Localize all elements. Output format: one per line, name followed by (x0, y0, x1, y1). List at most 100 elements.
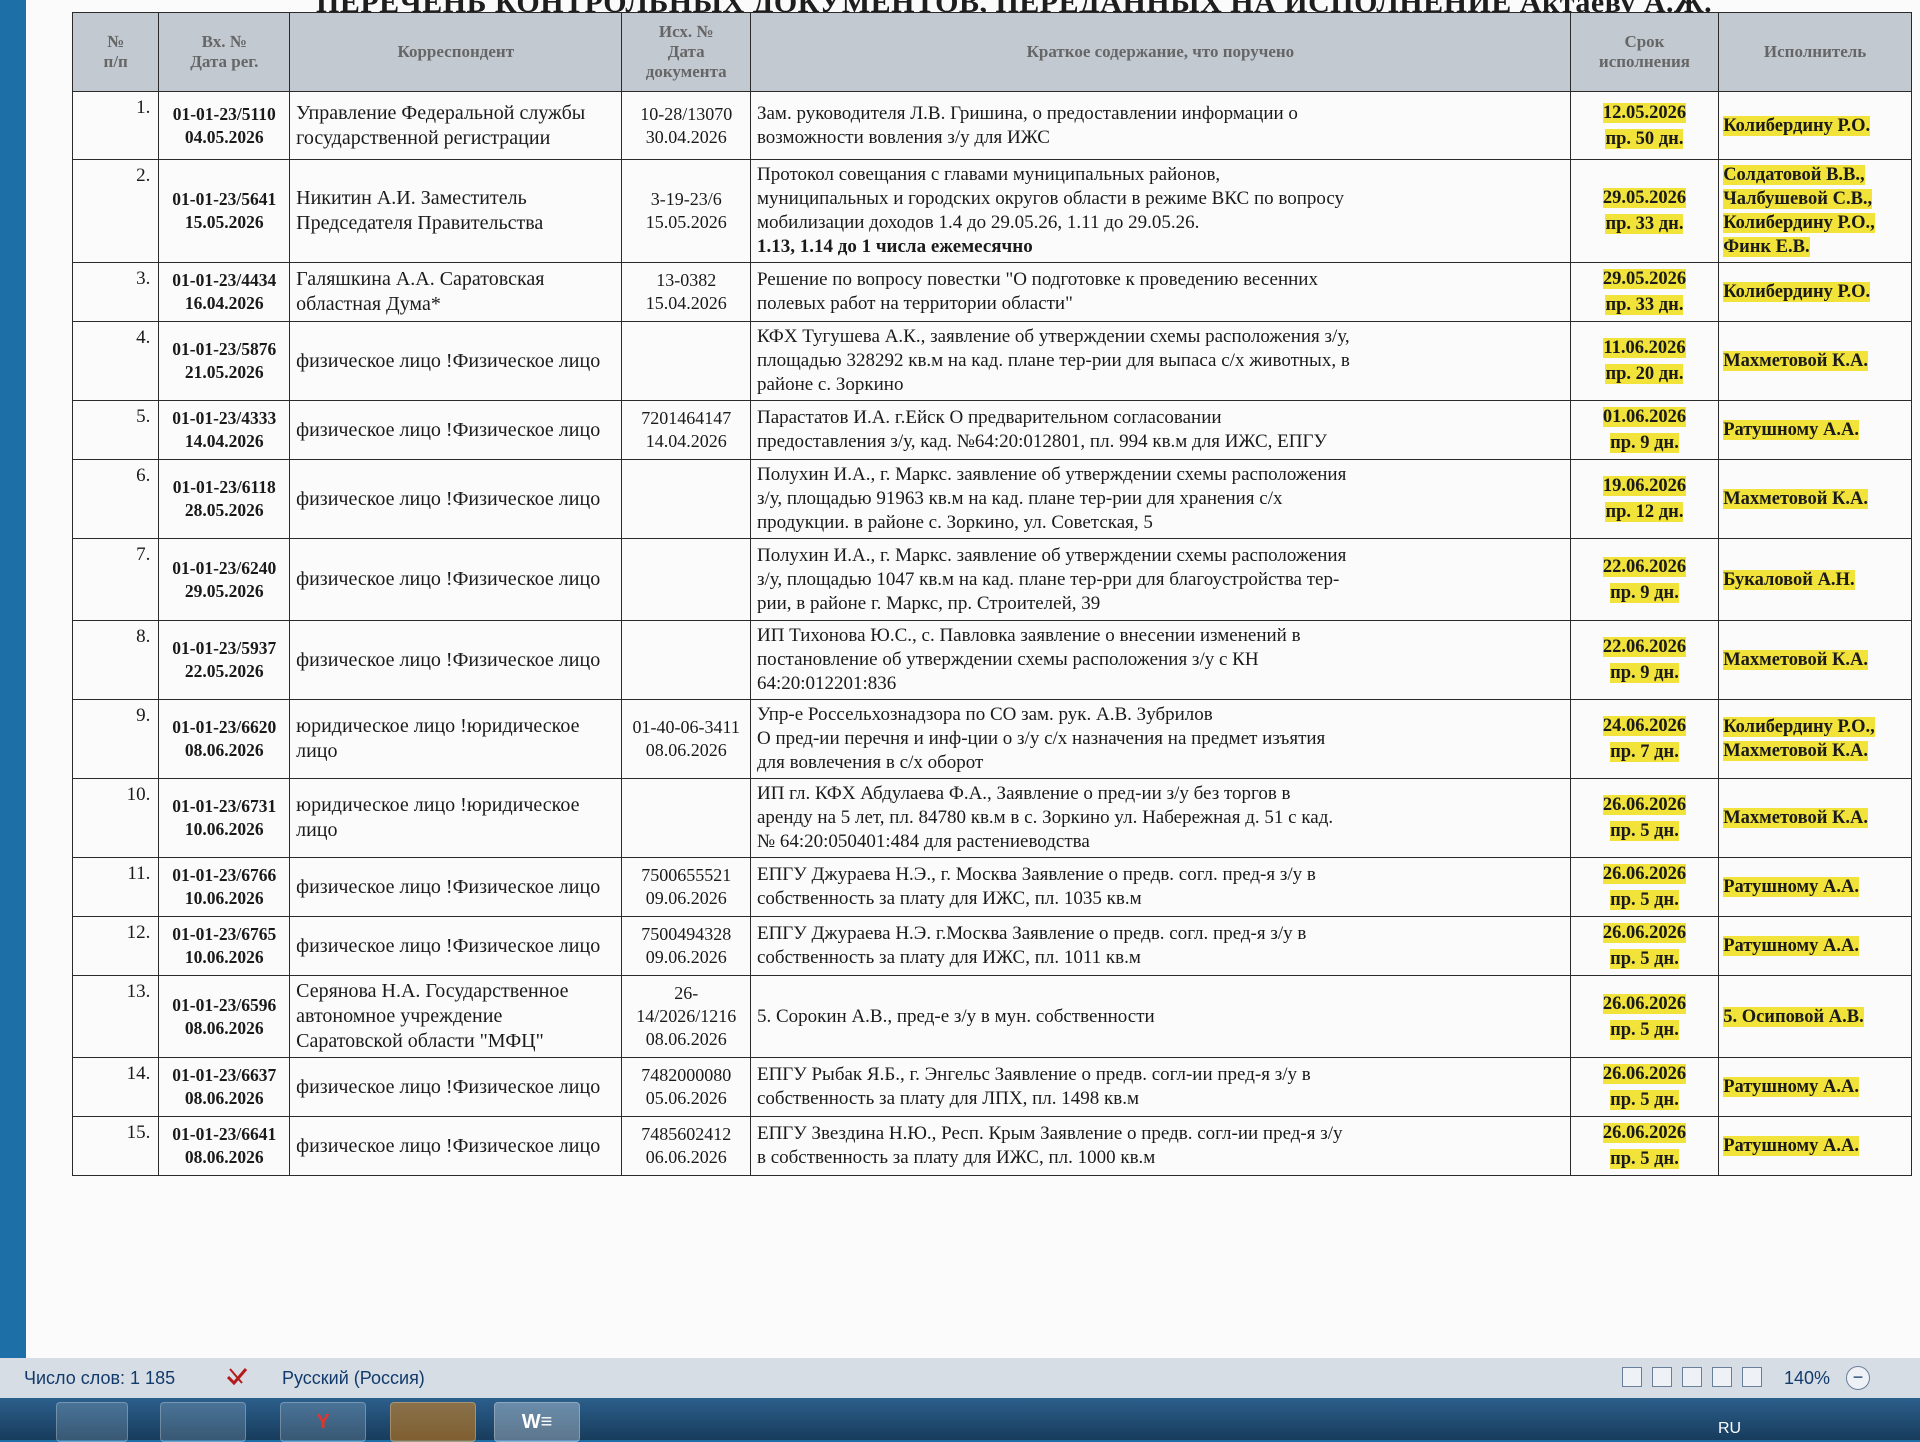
content-cell[interactable]: ИП Тихонова Ю.С., с. Павловка заявление … (749, 620, 1571, 700)
row-number[interactable]: 9. (71, 699, 160, 779)
outgoing-doc-cell[interactable] (621, 620, 751, 700)
executor-cell[interactable]: Ратушному А.А. (1718, 857, 1912, 917)
row-number[interactable]: 2. (71, 159, 160, 263)
executor-cell[interactable]: Махметовой К.А. (1718, 321, 1912, 401)
content-cell[interactable]: Зам. руководителя Л.В. Гришина, о предос… (749, 91, 1571, 160)
correspondent-cell[interactable]: физическое лицо !Физическое лицо (289, 1057, 623, 1117)
registration-cell[interactable]: 01-01-23/5641 15.05.2026 (158, 159, 291, 263)
content-cell[interactable]: Решение по вопросу повестки "О подготовк… (749, 262, 1571, 322)
tray-language-indicator[interactable]: RU (1718, 1420, 1741, 1438)
zoom-level[interactable]: 140% (1784, 1368, 1830, 1389)
correspondent-cell[interactable]: физическое лицо !Физическое лицо (289, 459, 623, 539)
registration-cell[interactable]: 01-01-23/6637 08.06.2026 (158, 1057, 291, 1117)
outgoing-doc-cell[interactable]: 26-14/2026/1216 08.06.2026 (621, 975, 751, 1058)
correspondent-cell[interactable]: физическое лицо !Физическое лицо (289, 400, 623, 460)
deadline-cell[interactable]: 26.06.2026 пр. 5 дн. (1569, 1057, 1720, 1117)
executor-cell[interactable]: Ратушному А.А. (1718, 1116, 1912, 1176)
deadline-cell[interactable]: 11.06.2026 пр. 20 дн. (1569, 321, 1720, 401)
executor-cell[interactable]: Колибердину Р.О., Махметовой К.А. (1718, 699, 1912, 779)
deadline-cell[interactable]: 01.06.2026 пр. 9 дн. (1569, 400, 1720, 460)
registration-cell[interactable]: 01-01-23/5876 21.05.2026 (158, 321, 291, 401)
print-layout-view-icon[interactable] (1622, 1367, 1642, 1387)
correspondent-cell[interactable]: юридическое лицо !юридическое лицо (289, 778, 623, 858)
content-cell[interactable]: Полухин И.А., г. Маркс. заявление об утв… (749, 538, 1571, 621)
outgoing-doc-cell[interactable]: 13-0382 15.04.2026 (621, 262, 751, 322)
outgoing-doc-cell[interactable]: 7500655521 09.06.2026 (621, 857, 751, 917)
full-screen-reading-view-icon[interactable] (1652, 1367, 1672, 1387)
content-cell[interactable]: Парастатов И.А. г.Ейск О предварительном… (749, 400, 1571, 460)
deadline-cell[interactable]: 26.06.2026 пр. 5 дн. (1569, 857, 1720, 917)
outgoing-doc-cell[interactable] (621, 459, 751, 539)
row-number[interactable]: 12. (71, 916, 160, 976)
draft-view-icon[interactable] (1742, 1367, 1762, 1387)
correspondent-cell[interactable]: физическое лицо !Физическое лицо (289, 916, 623, 976)
correspondent-cell[interactable]: физическое лицо !Физическое лицо (289, 1116, 623, 1176)
outgoing-doc-cell[interactable] (621, 321, 751, 401)
registration-cell[interactable]: 01-01-23/5937 22.05.2026 (158, 620, 291, 700)
registration-cell[interactable]: 01-01-23/4434 16.04.2026 (158, 262, 291, 322)
correspondent-cell[interactable]: физическое лицо !Физическое лицо (289, 857, 623, 917)
row-number[interactable]: 10. (71, 778, 160, 858)
executor-cell[interactable]: Ратушному А.А. (1718, 400, 1912, 460)
executor-cell[interactable]: Колибердину Р.О. (1718, 91, 1912, 160)
zoom-out-button[interactable]: − (1846, 1366, 1870, 1390)
row-number[interactable]: 3. (71, 262, 160, 322)
correspondent-cell[interactable]: физическое лицо !Физическое лицо (289, 620, 623, 700)
row-number[interactable]: 6. (71, 459, 160, 539)
taskbar-explorer-icon[interactable] (160, 1402, 246, 1442)
deadline-cell[interactable]: 24.06.2026 пр. 7 дн. (1569, 699, 1720, 779)
content-cell[interactable]: ЕПГУ Звездина Н.Ю., Респ. Крым Заявление… (749, 1116, 1571, 1176)
outgoing-doc-cell[interactable]: 7485602412 06.06.2026 (621, 1116, 751, 1176)
language-indicator[interactable]: Русский (Россия) (282, 1368, 425, 1389)
row-number[interactable]: 14. (71, 1057, 160, 1117)
taskbar-yandex-browser-icon[interactable]: Y (280, 1402, 366, 1442)
registration-cell[interactable]: 01-01-23/6620 08.06.2026 (158, 699, 291, 779)
executor-cell[interactable]: Ратушному А.А. (1718, 1057, 1912, 1117)
executor-cell[interactable]: Махметовой К.А. (1718, 459, 1912, 539)
content-cell[interactable]: ИП гл. КФХ Абдулаева Ф.А., Заявление о п… (749, 778, 1571, 858)
word-count[interactable]: Число слов: 1 185 (24, 1368, 175, 1389)
taskbar-recycle-bin-icon[interactable] (56, 1402, 128, 1442)
executor-cell[interactable]: Колибердину Р.О. (1718, 262, 1912, 322)
row-number[interactable]: 15. (71, 1116, 160, 1176)
correspondent-cell[interactable]: Галяшкина А.А. Саратовская областная Дума… (289, 262, 623, 322)
executor-cell[interactable]: Ратушному А.А. (1718, 916, 1912, 976)
deadline-cell[interactable]: 29.05.2026 пр. 33 дн. (1569, 262, 1720, 322)
taskbar-firefox-icon[interactable] (390, 1402, 476, 1442)
correspondent-cell[interactable]: юридическое лицо !юридическое лицо (289, 699, 623, 779)
deadline-cell[interactable]: 19.06.2026 пр. 12 дн. (1569, 459, 1720, 539)
outgoing-doc-cell[interactable]: 7500494328 09.06.2026 (621, 916, 751, 976)
taskbar-word-icon[interactable]: W≡ (494, 1402, 580, 1442)
row-number[interactable]: 5. (71, 400, 160, 460)
executor-cell[interactable]: Махметовой К.А. (1718, 778, 1912, 858)
outgoing-doc-cell[interactable]: 7482000080 05.06.2026 (621, 1057, 751, 1117)
outgoing-doc-cell[interactable] (621, 778, 751, 858)
outgoing-doc-cell[interactable]: 01-40-06-3411 08.06.2026 (621, 699, 751, 779)
content-cell[interactable]: Полухин И.А., г. Маркс. заявление об утв… (749, 459, 1571, 539)
registration-cell[interactable]: 01-01-23/5110 04.05.2026 (158, 91, 291, 160)
correspondent-cell[interactable]: физическое лицо !Физическое лицо (289, 538, 623, 621)
content-cell[interactable]: ЕПГУ Джураева Н.Э. г.Москва Заявление о … (749, 916, 1571, 976)
executor-cell[interactable]: Махметовой К.А. (1718, 620, 1912, 700)
correspondent-cell[interactable]: физическое лицо !Физическое лицо (289, 321, 623, 401)
content-cell[interactable]: КФХ Тугушева А.К., заявление об утвержде… (749, 321, 1571, 401)
registration-cell[interactable]: 01-01-23/6118 28.05.2026 (158, 459, 291, 539)
correspondent-cell[interactable]: Серянова Н.А. Государственное автономное … (289, 975, 623, 1058)
deadline-cell[interactable]: 26.06.2026 пр. 5 дн. (1569, 778, 1720, 858)
registration-cell[interactable]: 01-01-23/6240 29.05.2026 (158, 538, 291, 621)
deadline-cell[interactable]: 26.06.2026 пр. 5 дн. (1569, 1116, 1720, 1176)
executor-cell[interactable]: 5. Осиповой А.В. (1718, 975, 1912, 1058)
deadline-cell[interactable]: 26.06.2026 пр. 5 дн. (1569, 975, 1720, 1058)
registration-cell[interactable]: 01-01-23/6596 08.06.2026 (158, 975, 291, 1058)
executor-cell[interactable]: Солдатовой В.В., Чалбушевой С.В., Колиберд… (1718, 159, 1912, 263)
web-layout-view-icon[interactable] (1682, 1367, 1702, 1387)
deadline-cell[interactable]: 26.06.2026 пр. 5 дн. (1569, 916, 1720, 976)
registration-cell[interactable]: 01-01-23/6766 10.06.2026 (158, 857, 291, 917)
deadline-cell[interactable]: 22.06.2026 пр. 9 дн. (1569, 620, 1720, 700)
content-cell[interactable]: Протокол совещания с главами муниципальн… (749, 159, 1571, 263)
row-number[interactable]: 4. (71, 321, 160, 401)
outgoing-doc-cell[interactable]: 10-28/13070 30.04.2026 (621, 91, 751, 160)
content-cell[interactable]: ЕПГУ Рыбак Я.Б., г. Энгельс Заявление о … (749, 1057, 1571, 1117)
registration-cell[interactable]: 01-01-23/6765 10.06.2026 (158, 916, 291, 976)
correspondent-cell[interactable]: Никитин А.И. Заместитель Председателя Пра… (289, 159, 623, 263)
